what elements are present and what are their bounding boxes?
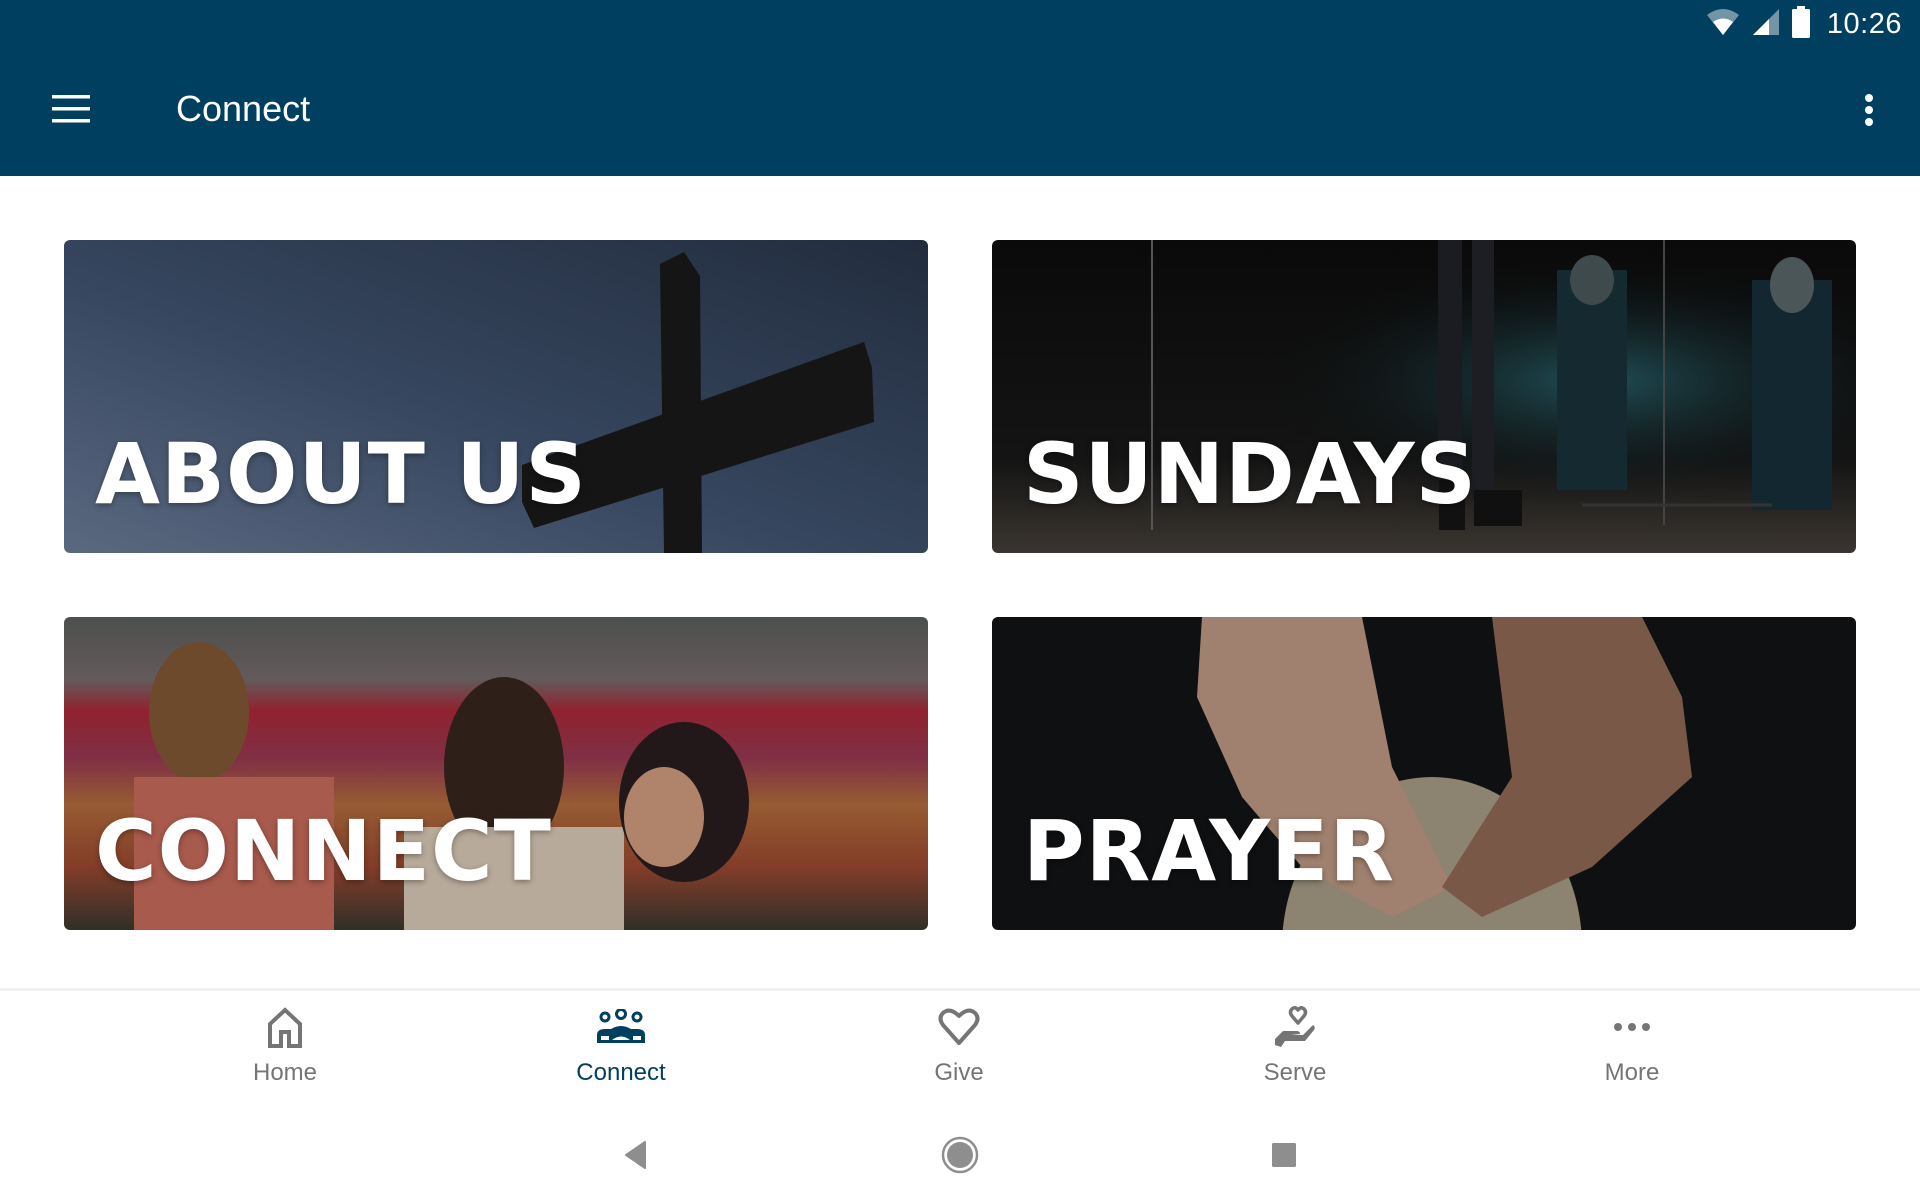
hamburger-menu-icon xyxy=(52,94,92,130)
more-horizontal-icon xyxy=(1612,1005,1652,1049)
card-prayer[interactable]: PRAYER xyxy=(992,617,1856,930)
nav-label: Serve xyxy=(1263,1059,1327,1086)
hand-heart-icon xyxy=(1273,1005,1317,1049)
nav-item-serve[interactable]: Serve xyxy=(1205,1005,1385,1095)
card-label: SUNDAYS xyxy=(1023,425,1478,523)
system-recents-button[interactable] xyxy=(1254,1132,1314,1182)
more-vertical-icon xyxy=(1863,92,1875,133)
nav-label: Home xyxy=(252,1059,318,1086)
hamburger-menu-button[interactable] xyxy=(40,86,104,138)
card-sundays[interactable]: SUNDAYS xyxy=(992,240,1856,553)
nav-item-more[interactable]: More xyxy=(1542,1005,1722,1095)
app-bar: 10:26 Connect xyxy=(0,0,1920,176)
system-home-button[interactable] xyxy=(930,1132,990,1182)
cellular-signal-icon xyxy=(1751,7,1781,42)
status-bar: 10:26 xyxy=(1705,5,1902,43)
card-connect[interactable]: CONNECT xyxy=(64,617,928,930)
home-circle-icon xyxy=(940,1135,980,1180)
nav-item-give[interactable]: Give xyxy=(869,1005,1049,1095)
nav-label: Give xyxy=(934,1059,984,1086)
back-icon xyxy=(623,1140,649,1175)
card-label: ABOUT US xyxy=(95,425,587,523)
nav-label: More xyxy=(1604,1059,1660,1086)
system-navigation-bar xyxy=(0,1110,1920,1200)
wifi-icon xyxy=(1705,7,1741,42)
card-label: PRAYER xyxy=(1023,802,1396,900)
page-title: Connect xyxy=(176,88,311,129)
system-back-button[interactable] xyxy=(606,1132,666,1182)
bottom-navigation: Home Connect Give Serve More xyxy=(0,991,1920,1101)
nav-item-home[interactable]: Home xyxy=(195,1005,375,1095)
overflow-menu-button[interactable] xyxy=(1844,86,1894,138)
battery-icon xyxy=(1791,5,1811,43)
nav-item-connect[interactable]: Connect xyxy=(531,1005,711,1095)
card-label: CONNECT xyxy=(95,802,552,900)
heart-icon xyxy=(937,1005,981,1049)
card-about-us[interactable]: ABOUT US xyxy=(64,240,928,553)
nav-label: Connect xyxy=(576,1059,666,1086)
recents-square-icon xyxy=(1270,1141,1298,1174)
clock: 10:26 xyxy=(1826,7,1902,40)
people-group-icon xyxy=(595,1005,647,1049)
home-icon xyxy=(265,1005,305,1049)
